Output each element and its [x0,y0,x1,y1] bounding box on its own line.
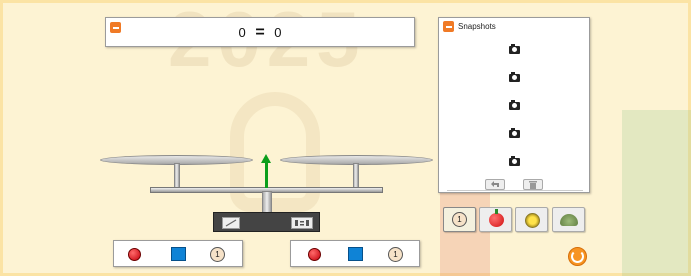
red-ball[interactable] [308,248,321,261]
camera-icon[interactable] [508,100,520,110]
undo-icon [491,181,499,187]
blue-box[interactable] [348,247,363,261]
coin-label: 1 [393,250,398,259]
delete-snapshot-button[interactable] [523,179,543,190]
snapshot-slot-4[interactable] [439,120,589,148]
left-object-toolbox: 1 [113,240,243,267]
equation-right-value: 0 [274,25,282,40]
camera-icon[interactable] [508,72,520,82]
camera-icon[interactable] [508,44,520,54]
grid-icon [291,217,313,229]
left-plate-post [174,163,180,188]
equation-operator: = [255,24,265,41]
yellow-disc-icon [525,213,540,228]
red-ball[interactable] [128,248,141,261]
right-plate-post [353,163,359,188]
apple-icon [489,209,504,227]
yellow-disc-type-button[interactable] [515,207,548,232]
snapshot-slot-3[interactable] [439,92,589,120]
equation-display: 0 = 0 [106,24,414,42]
balance-indicator-arrowhead [261,154,271,163]
undo-snapshot-button[interactable] [485,179,505,190]
scale-base [213,212,320,232]
coin-icon: 1 [452,212,467,227]
coin[interactable]: 1 [210,247,225,262]
scale-fulcrum [262,191,272,213]
camera-icon[interactable] [508,128,520,138]
apple-type-button[interactable] [479,207,512,232]
right-object-toolbox: 1 [290,240,420,267]
snapshot-slot-2[interactable] [439,64,589,92]
trash-icon [529,180,537,189]
snapshot-slot-1[interactable] [439,36,589,64]
snapshot-toolbar [439,179,589,191]
turtle-type-button[interactable] [552,207,585,232]
coin-label: 1 [215,250,220,259]
coin-type-button[interactable]: 1 [443,207,476,232]
collapse-snapshots-button[interactable] [443,21,454,32]
balance-indicator-arrow [265,162,268,188]
blue-box[interactable] [171,247,186,261]
equation-symbol-icon [295,220,309,226]
reset-button[interactable] [568,247,587,266]
snapshot-slot-5[interactable] [439,148,589,176]
snapshot-list [439,36,589,176]
camera-icon[interactable] [508,156,520,166]
coin-type-label: 1 [457,215,462,224]
scale-symbol-icon [225,219,237,227]
coin[interactable]: 1 [388,247,403,262]
turtle-icon [560,214,578,226]
snapshots-panel: Snapshots [438,17,590,193]
equation-panel: 0 = 0 [105,17,415,47]
scale-icon [222,217,240,229]
snapshots-title: Snapshots [458,22,496,31]
equation-left-value: 0 [238,25,246,40]
